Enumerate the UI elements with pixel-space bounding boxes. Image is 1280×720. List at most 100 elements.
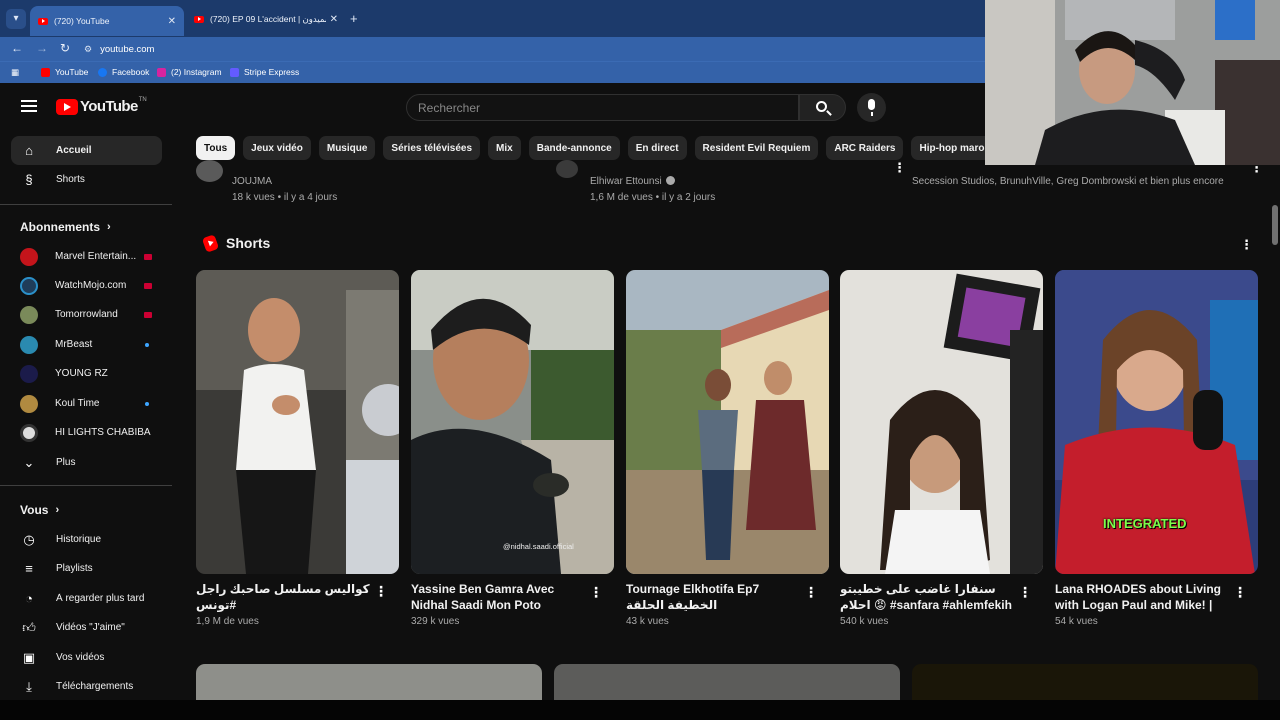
sidebar-item-watch-later[interactable]: ◔ À regarder plus tard — [11, 584, 162, 613]
short-views: 43 k vues — [626, 616, 669, 627]
more-actions-icon[interactable]: ⋮ — [1240, 238, 1253, 251]
sidebar-item-shorts[interactable]: § Shorts — [11, 165, 162, 194]
sidebar-item-historique[interactable]: ◷ Historique — [11, 525, 162, 554]
search-icon — [816, 101, 827, 112]
video-stats: 1,6 M de vues • il y a 2 jours — [590, 192, 716, 203]
short-thumbnail[interactable]: INTEGRATED — [1055, 270, 1258, 574]
chip-mix[interactable]: Mix — [488, 136, 521, 160]
sidebar-item-marvel[interactable]: Marvel Entertain... — [11, 242, 162, 271]
channel-name[interactable]: Elhiwar Ettounsi — [590, 176, 715, 187]
sidebar-item-hi-lights-chabiba[interactable]: HI LIGHTS CHABIBA — [11, 418, 162, 447]
close-tab-icon[interactable]: ✕ — [330, 14, 338, 25]
sidebar-item-your-videos[interactable]: ▣ Vos vidéos — [11, 643, 162, 672]
reload-icon[interactable]: ↻ — [60, 41, 70, 55]
live-indicator-icon — [144, 282, 152, 289]
new-tab-icon[interactable]: + — [350, 11, 358, 26]
bookmark-instagram[interactable]: (2) Instagram — [157, 67, 222, 77]
chip-arc-raiders[interactable]: ARC Raiders — [826, 136, 904, 160]
short-title[interactable]: Tournage Elkhotifa Ep7 الخطيفة الحلقة — [626, 581, 806, 613]
search-input[interactable] — [407, 95, 798, 120]
shorts-icon: § — [25, 172, 33, 187]
short-title[interactable]: Lana RHOADES about Living with Logan Pau… — [1055, 581, 1235, 613]
sidebar-item-mrbeast[interactable]: MrBeast — [11, 330, 162, 359]
short-views: 540 k vues — [840, 616, 889, 627]
chip-bande-annonce[interactable]: Bande-annonce — [528, 136, 620, 160]
video-thumbnail[interactable] — [196, 664, 542, 700]
sidebar-item-downloads[interactable]: ⤓ Téléchargements — [11, 672, 162, 701]
video-meta: Secession Studios, BrunuhVille, Greg Dom… — [912, 176, 1224, 192]
short-title[interactable]: كواليس مسلسل صاحبك راجل #تونس — [196, 581, 376, 613]
scrollbar-thumb[interactable] — [1272, 205, 1278, 245]
short-card[interactable]: سنفارا غاضب على خطيبتو احلام 😡 #sanfara … — [840, 270, 1043, 627]
short-card[interactable]: @nidhal.saadi.official Yassine Ben Gamra… — [411, 270, 614, 627]
site-info-icon[interactable]: ⚙ — [84, 44, 92, 55]
sidebar-item-watchmojo[interactable]: WatchMojo.com — [11, 271, 162, 300]
chip-hip-hop[interactable]: Hip-hop maro — [911, 136, 986, 160]
tab-search-icon[interactable]: ▾ — [6, 9, 26, 29]
tab-youtube[interactable]: (720) YouTube ✕ — [30, 6, 184, 36]
more-actions-icon[interactable]: ⋮ — [893, 161, 906, 174]
video-thumbnail[interactable] — [554, 664, 900, 700]
short-thumbnail[interactable]: @nidhal.saadi.official — [411, 270, 614, 574]
watermark-text: @nidhal.saadi.official — [503, 542, 574, 551]
youtube-logo[interactable]: YouTube TN — [56, 97, 147, 115]
you-heading[interactable]: Vous › — [20, 503, 59, 517]
menu-icon[interactable] — [21, 100, 37, 112]
forward-icon[interactable]: → — [36, 41, 48, 55]
chip-tous[interactable]: Tous — [196, 136, 236, 160]
channel-name[interactable]: JOUJMA — [232, 176, 337, 187]
short-thumbnail[interactable] — [626, 270, 829, 574]
downloads-icon: ⤓ — [26, 678, 32, 694]
channel-name[interactable]: Secession Studios, BrunuhVille, Greg Dom… — [912, 176, 1224, 187]
like-icon: 👍︎ — [22, 619, 36, 635]
more-actions-icon[interactable]: ⋮ — [589, 584, 603, 601]
sidebar-item-young-rz[interactable]: YOUNG RZ — [11, 359, 162, 388]
shorts-section-heading: Shorts — [201, 233, 270, 253]
bookmark-stripe[interactable]: Stripe Express — [230, 67, 299, 77]
chip-musique[interactable]: Musique — [318, 136, 376, 160]
facebook-bookmark-icon — [98, 67, 107, 77]
sidebar-item-tomorrowland[interactable]: Tomorrowland — [11, 300, 162, 329]
short-card[interactable]: Tournage Elkhotifa Ep7 الخطيفة الحلقة 43… — [626, 270, 829, 627]
divider — [0, 204, 172, 205]
short-thumbnail-image — [840, 270, 1043, 574]
more-actions-icon[interactable]: ⋮ — [1250, 161, 1263, 174]
channel-avatar[interactable] — [556, 160, 578, 178]
video-thumbnail[interactable] — [912, 664, 1258, 700]
chip-jeux-video[interactable]: Jeux vidéo — [243, 136, 311, 160]
chip-resident-evil[interactable]: Resident Evil Requiem — [694, 136, 819, 160]
more-actions-icon[interactable]: ⋮ — [1018, 584, 1032, 601]
chip-en-direct[interactable]: En direct — [627, 136, 687, 160]
back-icon[interactable]: ← — [11, 41, 23, 55]
bookmark-facebook[interactable]: Facebook — [98, 67, 149, 77]
sidebar-item-liked[interactable]: 👍︎ Vidéos "J'aime" — [11, 613, 162, 642]
short-card[interactable]: كواليس مسلسل صاحبك راجل #تونس 1,9 M de v… — [196, 270, 399, 627]
short-card[interactable]: INTEGRATED Lana RHOADES about Living wit… — [1055, 270, 1258, 627]
apps-icon[interactable]: ▦ — [11, 67, 19, 78]
search-button[interactable] — [799, 94, 846, 121]
channel-avatar[interactable] — [196, 160, 223, 182]
short-thumbnail[interactable] — [840, 270, 1043, 574]
chip-series[interactable]: Séries télévisées — [383, 136, 481, 160]
more-actions-icon[interactable]: ⋮ — [374, 583, 388, 600]
more-actions-icon[interactable]: ⋮ — [1233, 584, 1247, 601]
instagram-bookmark-icon — [157, 67, 166, 77]
more-actions-icon[interactable]: ⋮ — [804, 584, 818, 601]
close-tab-icon[interactable]: ✕ — [168, 16, 176, 27]
sidebar-item-accueil[interactable]: ⌂ Accueil — [11, 136, 162, 165]
webcam-image — [985, 0, 1280, 165]
short-thumbnail[interactable] — [196, 270, 399, 574]
youtube-favicon-icon — [38, 17, 48, 25]
short-title[interactable]: Yassine Ben Gamra Avec Nidhal Saadi Mon … — [411, 581, 591, 613]
bookmark-youtube[interactable]: YouTube — [41, 67, 88, 77]
sidebar: ⌂ Accueil § Shorts Abonnements › Marvel E… — [0, 131, 172, 720]
short-title[interactable]: سنفارا غاضب على خطيبتو احلام 😡 #sanfara … — [840, 581, 1020, 613]
sidebar-item-plus[interactable]: ⌄ Plus — [11, 448, 162, 477]
url-field[interactable]: ⚙ youtube.com — [84, 39, 984, 59]
sidebar-item-koul-time[interactable]: Koul Time — [11, 389, 162, 418]
youtube-bookmark-icon — [41, 67, 50, 77]
sidebar-item-playlists[interactable]: ≡ Playlists — [11, 554, 162, 583]
subscriptions-heading[interactable]: Abonnements › — [20, 220, 111, 234]
tab-episode[interactable]: (720) EP 09 L'accident | شميدون ✕ — [186, 7, 346, 31]
voice-search-icon[interactable] — [857, 93, 886, 122]
